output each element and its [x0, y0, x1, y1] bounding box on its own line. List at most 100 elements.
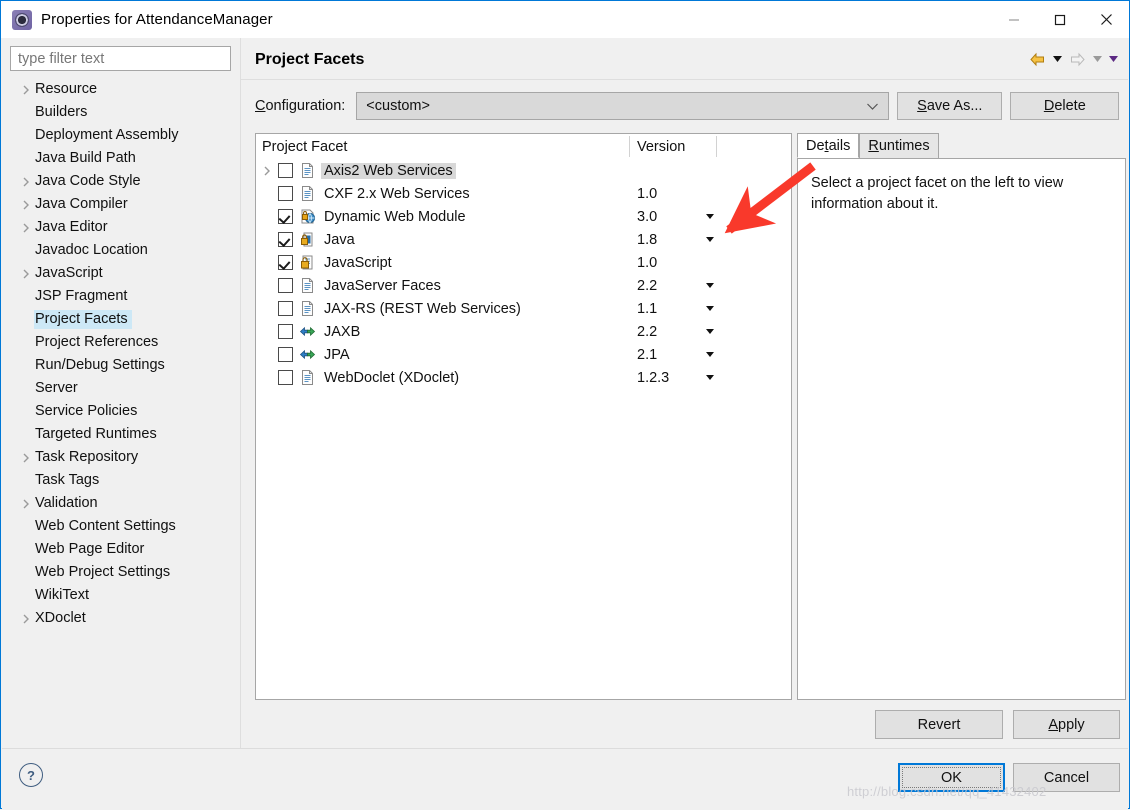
view-menu-caret-down-icon[interactable] [1106, 48, 1120, 70]
sidebar-item-validation[interactable]: Validation [2, 492, 239, 515]
facet-checkbox[interactable] [278, 232, 293, 247]
sidebar-item-java-build-path[interactable]: Java Build Path [2, 147, 239, 170]
facet-row[interactable]: CXF 2.x Web Services 1.0 [256, 182, 791, 205]
filter-box[interactable] [10, 46, 231, 71]
sidebar-item-task-repository[interactable]: Task Repository [2, 446, 239, 469]
sidebar-item-label: Resource [35, 81, 98, 97]
version-caret-down-icon[interactable] [704, 306, 716, 311]
facet-checkbox[interactable] [278, 163, 293, 178]
facet-row[interactable]: Java 1.8 [256, 228, 791, 251]
sidebar-item-server[interactable]: Server [2, 377, 239, 400]
facet-row[interactable]: JavaServer Faces 2.2 [256, 274, 791, 297]
binding-icon [298, 346, 316, 364]
facet-row[interactable]: JPA 2.1 [256, 343, 791, 366]
facet-row[interactable]: JavaScript 1.0 [256, 251, 791, 274]
facet-checkbox[interactable] [278, 301, 293, 316]
document-icon [298, 162, 316, 180]
facet-checkbox[interactable] [278, 209, 293, 224]
facet-checkbox[interactable] [278, 324, 293, 339]
facet-name: JAX-RS (REST Web Services) [324, 300, 521, 317]
facet-name: JavaServer Faces [324, 277, 441, 294]
title-bar: Properties for AttendanceManager [1, 1, 1129, 38]
help-question-icon[interactable]: ? [19, 763, 43, 787]
version-caret-down-icon[interactable] [704, 237, 716, 242]
version-caret-down-icon[interactable] [704, 329, 716, 334]
facet-checkbox[interactable] [278, 347, 293, 362]
chevron-right-icon[interactable] [18, 78, 34, 101]
sidebar-item-project-references[interactable]: Project References [2, 331, 239, 354]
chevron-right-icon[interactable] [18, 492, 34, 515]
sidebar-item-builders[interactable]: Builders [2, 101, 239, 124]
configuration-combo[interactable]: <custom> [356, 92, 890, 120]
sidebar-item-run-debug-settings[interactable]: Run/Debug Settings [2, 354, 239, 377]
sidebar-item-label: Javadoc Location [35, 242, 148, 258]
facet-checkbox[interactable] [278, 278, 293, 293]
sidebar-item-javadoc-location[interactable]: Javadoc Location [2, 239, 239, 262]
details-panel: Details Runtimes Select a project facet … [797, 133, 1126, 700]
configuration-row: Configuration: <custom> Save As... Delet… [255, 90, 1125, 122]
sidebar-item-java-compiler[interactable]: Java Compiler [2, 193, 239, 216]
facet-name: Axis2 Web Services [321, 162, 456, 179]
back-arrow-icon[interactable] [1026, 48, 1048, 70]
sidebar-item-web-content-settings[interactable]: Web Content Settings [2, 515, 239, 538]
facet-row[interactable]: JAXB 2.2 [256, 320, 791, 343]
column-header-facet[interactable]: Project Facet [256, 139, 347, 155]
sidebar-item-project-facets[interactable]: Project Facets [2, 308, 239, 331]
navigation-toolbar [1026, 47, 1120, 71]
search-input[interactable] [11, 47, 230, 70]
maximize-button[interactable] [1037, 1, 1083, 38]
chevron-right-icon[interactable] [18, 216, 34, 239]
chevron-right-icon[interactable] [18, 193, 34, 216]
save-as-button[interactable]: Save As... [897, 92, 1003, 120]
column-header-version[interactable]: Version [637, 139, 685, 155]
sidebar-item-targeted-runtimes[interactable]: Targeted Runtimes [2, 423, 239, 446]
window-controls [991, 1, 1129, 38]
facet-row[interactable]: Axis2 Web Services [256, 159, 791, 182]
facet-row[interactable]: Dynamic Web Module 3.0 [256, 205, 791, 228]
facet-version: 1.8 [637, 231, 658, 248]
sidebar-item-label: Web Project Settings [35, 564, 171, 580]
chevron-right-icon[interactable] [18, 607, 34, 630]
version-caret-down-icon[interactable] [704, 214, 716, 219]
sidebar-item-label: Project Facets [34, 310, 132, 329]
version-caret-down-icon[interactable] [704, 283, 716, 288]
facet-checkbox[interactable] [278, 186, 293, 201]
sidebar-item-deployment-assembly[interactable]: Deployment Assembly [2, 124, 239, 147]
properties-dialog: Properties for AttendanceManager Resourc… [0, 0, 1130, 809]
facet-row[interactable]: JAX-RS (REST Web Services) 1.1 [256, 297, 791, 320]
delete-button[interactable]: Delete [1010, 92, 1120, 120]
sidebar-item-java-code-style[interactable]: Java Code Style [2, 170, 239, 193]
facet-row[interactable]: WebDoclet (XDoclet) 1.2.3 [256, 366, 791, 389]
version-caret-down-icon[interactable] [704, 375, 716, 380]
sidebar-item-web-project-settings[interactable]: Web Project Settings [2, 561, 239, 584]
sidebar-item-resource[interactable]: Resource [2, 78, 239, 101]
sidebar-item-java-editor[interactable]: Java Editor [2, 216, 239, 239]
revert-button[interactable]: Revert [875, 710, 1003, 739]
chevron-right-icon[interactable] [18, 446, 34, 469]
column-divider-2[interactable] [716, 136, 717, 157]
back-menu-caret-down-icon[interactable] [1050, 48, 1064, 70]
facet-checkbox[interactable] [278, 255, 293, 270]
sidebar-item-xdoclet[interactable]: XDoclet [2, 607, 239, 630]
tab-details[interactable]: Details [797, 133, 860, 158]
facet-checkbox[interactable] [278, 370, 293, 385]
tab-runtimes[interactable]: Runtimes [859, 133, 939, 158]
document-icon [298, 185, 316, 203]
chevron-right-icon[interactable] [18, 262, 34, 285]
facet-name: JavaScript [324, 254, 392, 271]
facet-version: 2.1 [637, 346, 658, 363]
facet-version: 1.1 [637, 300, 658, 317]
sidebar-item-web-page-editor[interactable]: Web Page Editor [2, 538, 239, 561]
apply-button[interactable]: Apply [1013, 710, 1120, 739]
sidebar-item-jsp-fragment[interactable]: JSP Fragment [2, 285, 239, 308]
version-caret-down-icon[interactable] [704, 352, 716, 357]
close-button[interactable] [1083, 1, 1129, 38]
column-divider-1[interactable] [629, 136, 630, 157]
sidebar-item-javascript[interactable]: JavaScript [2, 262, 239, 285]
chevron-right-icon[interactable] [256, 159, 278, 182]
sidebar-item-service-policies[interactable]: Service Policies [2, 400, 239, 423]
sidebar-item-task-tags[interactable]: Task Tags [2, 469, 239, 492]
sidebar-item-wikitext[interactable]: WikiText [2, 584, 239, 607]
chevron-right-icon[interactable] [18, 170, 34, 193]
minimize-button[interactable] [991, 1, 1037, 38]
